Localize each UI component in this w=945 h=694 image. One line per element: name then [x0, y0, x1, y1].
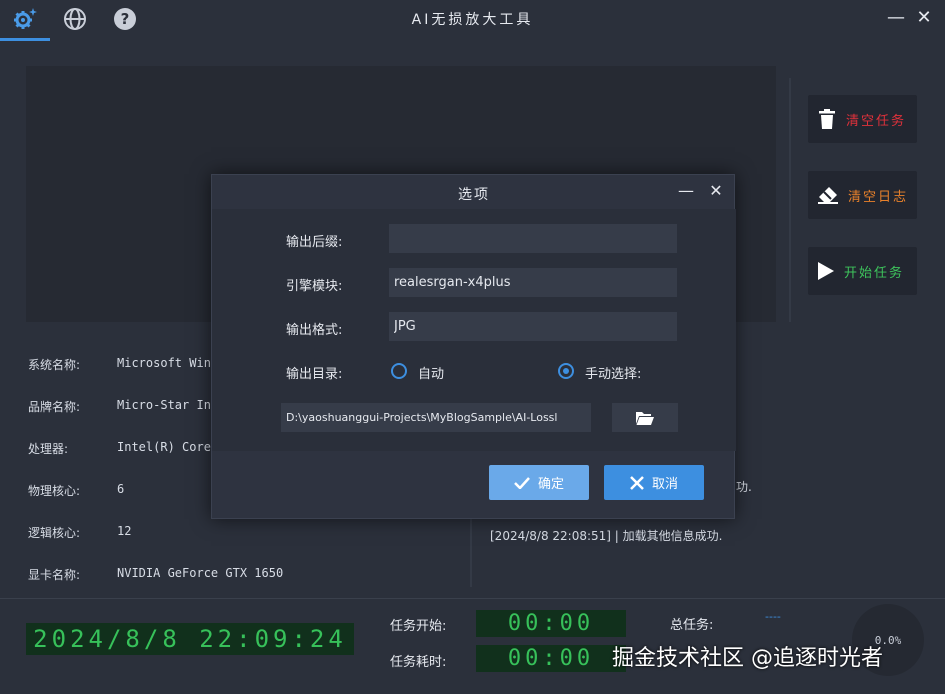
auto-radio[interactable]: [391, 363, 407, 379]
log-line: [2024/8/8 22:08:51] | 加载其他信息成功.: [490, 529, 723, 543]
vertical-divider: [789, 78, 791, 322]
cancel-label: 取消: [651, 477, 678, 492]
format-label: 输出格式:: [286, 323, 343, 338]
dialog-close-button[interactable]: ✕: [704, 179, 728, 203]
task-elapsed-display: 00:00: [476, 645, 626, 672]
info-label: 逻辑核心:: [28, 526, 81, 540]
dialog-body: 输出后缀: 引擎模块: 输出格式: 输出目录: 自动 手动选择:: [212, 209, 736, 451]
task-start-display: 00:00: [476, 610, 626, 637]
total-tasks-label: 总任务:: [670, 618, 714, 633]
info-label: 系统名称:: [28, 358, 81, 372]
manual-radio-label[interactable]: 手动选择:: [585, 363, 641, 382]
dialog-minimize-button[interactable]: —: [674, 179, 698, 203]
clock-display: 2024/8/8 22:09:24: [26, 623, 354, 655]
play-icon: [818, 262, 834, 280]
format-input[interactable]: [389, 312, 677, 341]
title-bar: ? AI无损放大工具 — ✕: [0, 0, 945, 41]
auto-radio-label[interactable]: 自动: [418, 363, 444, 382]
dialog-title: 选项: [458, 187, 490, 203]
clear-tasks-label: 清空任务: [846, 113, 907, 129]
options-dialog: 选项 — ✕ 输出后缀: 引擎模块: 输出格式: 输出目录: 自动 手动选择: …: [211, 174, 736, 519]
log-line: 功.: [736, 480, 752, 494]
task-elapsed-label: 任务耗时:: [390, 655, 447, 670]
checkmark-icon: [514, 476, 530, 489]
clear-tasks-button[interactable]: 清空任务: [808, 95, 917, 143]
engine-label: 引擎模块:: [286, 279, 343, 294]
info-label: 物理核心:: [28, 484, 81, 498]
outdir-label: 输出目录:: [286, 367, 343, 382]
suffix-input[interactable]: [389, 224, 677, 253]
clear-log-button[interactable]: 清空日志: [808, 171, 917, 219]
output-path-input[interactable]: [281, 403, 591, 432]
info-value: Intel(R) Core(T: [117, 440, 226, 454]
suffix-label: 输出后缀:: [286, 235, 343, 250]
info-value: 6: [117, 482, 125, 496]
manual-radio[interactable]: [558, 363, 574, 379]
info-label: 品牌名称:: [28, 400, 81, 414]
start-task-button[interactable]: 开始任务: [808, 247, 917, 295]
close-button[interactable]: ✕: [912, 6, 936, 30]
browse-folder-button[interactable]: [612, 403, 678, 432]
bottom-divider: [0, 598, 945, 599]
info-label: 处理器:: [28, 442, 69, 456]
active-tab-indicator: [0, 38, 50, 41]
engine-input[interactable]: [389, 268, 677, 297]
total-tasks-value: ----: [765, 610, 781, 623]
ok-button[interactable]: 确定: [489, 465, 589, 500]
app-title: AI无损放大工具: [411, 12, 534, 28]
info-value: Micro-Star Int: [117, 398, 219, 412]
folder-open-icon: [636, 411, 654, 425]
ok-label: 确定: [537, 477, 564, 492]
info-value: Microsoft Wind: [117, 356, 219, 370]
eraser-icon: [818, 187, 838, 204]
start-task-label: 开始任务: [844, 265, 905, 281]
minimize-button[interactable]: —: [884, 6, 908, 30]
trash-icon: [819, 109, 835, 129]
clear-log-label: 清空日志: [848, 189, 909, 205]
info-value: NVIDIA GeForce GTX 1650: [117, 566, 284, 580]
task-start-label: 任务开始:: [390, 619, 447, 634]
info-label: 显卡名称:: [28, 568, 81, 582]
watermark: 掘金技术社区 @追逐时光者: [612, 646, 883, 671]
info-value: 12: [117, 524, 132, 538]
x-icon: [630, 475, 644, 490]
cancel-button[interactable]: 取消: [604, 465, 704, 500]
